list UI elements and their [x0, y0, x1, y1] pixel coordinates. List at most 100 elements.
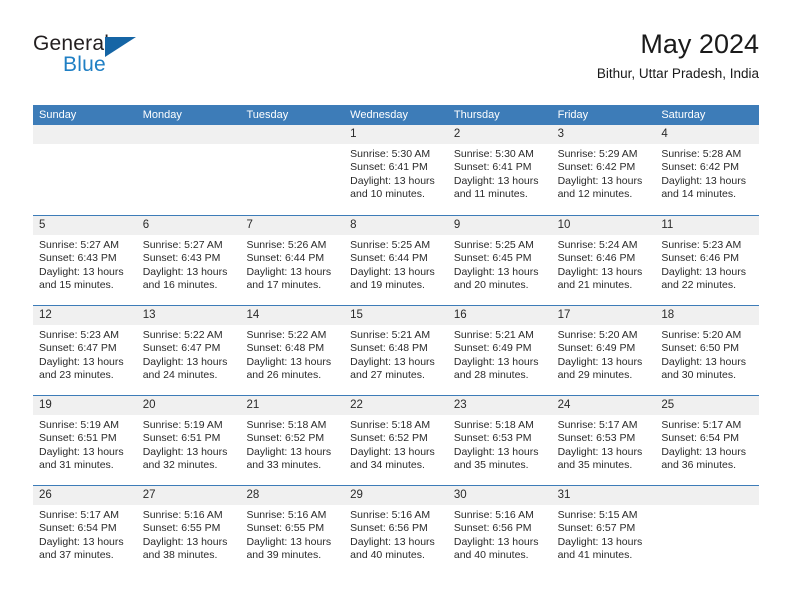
calendar-week-row: 19 Sunrise: 5:19 AM Sunset: 6:51 PM Dayligh…: [33, 395, 760, 485]
sunset-text: Sunset: 6:48 PM: [246, 342, 325, 355]
sunrise-text: Sunrise: 5:15 AM: [557, 509, 638, 521]
calendar-day-cell[interactable]: 31 Sunrise: 5:15 AM Sunset: 6:57 PM Dayligh…: [551, 486, 656, 575]
day-details: Sunrise: 5:16 AM Sunset: 6:56 PM Daylight:…: [344, 505, 448, 563]
sunrise-text: Sunrise: 5:19 AM: [39, 419, 119, 431]
sunrise-text: Sunrise: 5:21 AM: [350, 329, 431, 341]
day-details: Sunrise: 5:25 AM Sunset: 6:44 PM Daylight:…: [344, 235, 448, 293]
day-number: 22: [344, 396, 448, 415]
day-details: Sunrise: 5:22 AM Sunset: 6:47 PM Daylight:…: [137, 325, 241, 383]
calendar-day-cell[interactable]: 29 Sunrise: 5:16 AM Sunset: 6:56 PM Dayligh…: [344, 486, 448, 575]
calendar-day-cell[interactable]: 25 Sunrise: 5:17 AM Sunset: 6:54 PM Dayligh…: [655, 396, 760, 485]
sunrise-text: Sunrise: 5:30 AM: [453, 148, 534, 160]
calendar-day-cell[interactable]: 28 Sunrise: 5:16 AM Sunset: 6:55 PM Dayligh…: [240, 486, 345, 575]
calendar-day-cell[interactable]: 4 Sunrise: 5:28 AM Sunset: 6:42 PM Daylight…: [655, 125, 760, 214]
calendar-day-cell[interactable]: 14 Sunrise: 5:22 AM Sunset: 6:48 PM Dayligh…: [240, 306, 345, 395]
daylight-text: Daylight: 13 hours and 34 minutes.: [350, 445, 435, 472]
sunset-text: Sunset: 6:50 PM: [661, 342, 739, 355]
sunset-text: Sunset: 6:52 PM: [246, 432, 325, 445]
sunrise-text: Sunrise: 5:19 AM: [142, 419, 223, 431]
calendar-day-cell[interactable]: 9 Sunrise: 5:25 AM Sunset: 6:45 PM Daylight…: [447, 216, 552, 305]
daylight-text: Daylight: 13 hours and 35 minutes.: [557, 445, 643, 472]
daylight-text: Daylight: 13 hours and 32 minutes.: [142, 445, 228, 472]
sunrise-text: Sunrise: 5:24 AM: [557, 239, 638, 251]
calendar-day-cell[interactable]: 19 Sunrise: 5:19 AM Sunset: 6:51 PM Dayligh…: [33, 396, 137, 485]
calendar-day-cell[interactable]: 3 Sunrise: 5:29 AM Sunset: 6:42 PM Daylight…: [551, 125, 656, 214]
calendar-day-cell[interactable]: 15 Sunrise: 5:21 AM Sunset: 6:48 PM Dayligh…: [344, 306, 448, 395]
day-details: Sunrise: 5:27 AM Sunset: 6:43 PM Daylight:…: [33, 235, 137, 293]
sunset-text: Sunset: 6:42 PM: [661, 161, 739, 174]
sunset-text: Sunset: 6:41 PM: [453, 161, 532, 174]
sunrise-text: Sunrise: 5:16 AM: [142, 509, 223, 521]
calendar-day-cell[interactable]: 7 Sunrise: 5:26 AM Sunset: 6:44 PM Daylight…: [240, 216, 345, 305]
calendar-day-cell[interactable]: 5 Sunrise: 5:27 AM Sunset: 6:43 PM Daylight…: [33, 216, 137, 305]
day-details: Sunrise: 5:16 AM Sunset: 6:56 PM Daylight:…: [448, 505, 552, 563]
calendar-day-cell[interactable]: 27 Sunrise: 5:16 AM Sunset: 6:55 PM Dayligh…: [136, 486, 241, 575]
sunset-text: Sunset: 6:46 PM: [661, 252, 739, 265]
daylight-text: Daylight: 13 hours and 37 minutes.: [39, 535, 124, 562]
sunrise-text: Sunrise: 5:17 AM: [39, 509, 119, 521]
calendar-day-cell[interactable]: 12 Sunrise: 5:23 AM Sunset: 6:47 PM Dayligh…: [33, 306, 137, 395]
calendar-day-cell[interactable]: 10 Sunrise: 5:24 AM Sunset: 6:46 PM Dayligh…: [551, 216, 656, 305]
calendar-day-cell[interactable]: 20 Sunrise: 5:19 AM Sunset: 6:51 PM Dayligh…: [136, 396, 241, 485]
day-number: 21: [240, 396, 345, 415]
calendar-day-cell[interactable]: 24 Sunrise: 5:17 AM Sunset: 6:53 PM Dayligh…: [551, 396, 656, 485]
day-number: 4: [655, 125, 760, 144]
calendar-day-cell[interactable]: 23 Sunrise: 5:18 AM Sunset: 6:53 PM Dayligh…: [447, 396, 552, 485]
sunset-text: Sunset: 6:57 PM: [557, 522, 636, 535]
day-number: 23: [447, 396, 552, 415]
day-number: 7: [240, 216, 345, 235]
sunset-text: Sunset: 6:54 PM: [39, 522, 117, 535]
sunset-text: Sunset: 6:48 PM: [350, 342, 428, 355]
page-header: General Blue May 2024 Bithur, Uttar Prad…: [33, 28, 759, 98]
day-details: Sunrise: 5:19 AM Sunset: 6:51 PM Daylight:…: [137, 415, 241, 473]
day-number: 14: [240, 306, 345, 325]
calendar-day-cell[interactable]: 17 Sunrise: 5:20 AM Sunset: 6:49 PM Dayligh…: [551, 306, 656, 395]
calendar-day-cell[interactable]: 11 Sunrise: 5:23 AM Sunset: 6:46 PM Dayligh…: [655, 216, 760, 305]
day-number: 16: [447, 306, 552, 325]
calendar-day-cell[interactable]: 30 Sunrise: 5:16 AM Sunset: 6:56 PM Dayligh…: [447, 486, 552, 575]
calendar-week-row: 26 Sunrise: 5:17 AM Sunset: 6:54 PM Dayligh…: [33, 485, 760, 575]
day-details: Sunrise: 5:30 AM Sunset: 6:41 PM Daylight:…: [344, 144, 448, 202]
calendar-day-cell[interactable]: 1 Sunrise: 5:30 AM Sunset: 6:41 PM Daylight…: [344, 125, 448, 214]
calendar-day-cell[interactable]: 18 Sunrise: 5:20 AM Sunset: 6:50 PM Dayligh…: [655, 306, 760, 395]
daylight-text: Daylight: 13 hours and 29 minutes.: [557, 355, 643, 382]
sunrise-text: Sunrise: 5:18 AM: [453, 419, 534, 431]
calendar-day-cell[interactable]: 26 Sunrise: 5:17 AM Sunset: 6:54 PM Dayligh…: [33, 486, 137, 575]
sunrise-text: Sunrise: 5:23 AM: [661, 239, 742, 251]
logo-text-blue: Blue: [63, 53, 106, 76]
weekday-thursday: Thursday: [453, 109, 500, 121]
day-number: 8: [344, 216, 448, 235]
sunset-text: Sunset: 6:41 PM: [350, 161, 428, 174]
daylight-text: Daylight: 13 hours and 16 minutes.: [142, 265, 228, 292]
daylight-text: Daylight: 13 hours and 28 minutes.: [453, 355, 539, 382]
sunset-text: Sunset: 6:47 PM: [39, 342, 117, 355]
calendar-day-cell[interactable]: 8 Sunrise: 5:25 AM Sunset: 6:44 PM Daylight…: [344, 216, 448, 305]
day-number: 30: [447, 486, 552, 505]
sunrise-text: Sunrise: 5:16 AM: [453, 509, 534, 521]
day-details: Sunrise: 5:21 AM Sunset: 6:49 PM Daylight:…: [448, 325, 552, 383]
sunset-text: Sunset: 6:46 PM: [557, 252, 636, 265]
calendar-day-cell[interactable]: 6 Sunrise: 5:27 AM Sunset: 6:43 PM Daylight…: [136, 216, 241, 305]
general-blue-logo[interactable]: General Blue: [33, 32, 153, 84]
daylight-text: Daylight: 13 hours and 24 minutes.: [142, 355, 228, 382]
day-details: Sunrise: 5:28 AM Sunset: 6:42 PM Daylight:…: [655, 144, 759, 202]
calendar-day-cell[interactable]: 2 Sunrise: 5:30 AM Sunset: 6:41 PM Daylight…: [447, 125, 552, 214]
day-details: Sunrise: 5:18 AM Sunset: 6:52 PM Daylight:…: [240, 415, 344, 473]
day-number: 28: [240, 486, 345, 505]
sunrise-text: Sunrise: 5:28 AM: [661, 148, 742, 160]
calendar-day-cell[interactable]: 21 Sunrise: 5:18 AM Sunset: 6:52 PM Dayligh…: [240, 396, 345, 485]
daylight-text: Daylight: 13 hours and 38 minutes.: [142, 535, 228, 562]
sunrise-text: Sunrise: 5:18 AM: [246, 419, 327, 431]
calendar-day-cell[interactable]: 13 Sunrise: 5:22 AM Sunset: 6:47 PM Dayligh…: [136, 306, 241, 395]
sunset-text: Sunset: 6:53 PM: [557, 432, 636, 445]
calendar-day-cell[interactable]: 22 Sunrise: 5:18 AM Sunset: 6:52 PM Dayligh…: [344, 396, 448, 485]
day-number: 9: [447, 216, 552, 235]
day-number: 3: [551, 125, 656, 144]
daylight-text: Daylight: 13 hours and 30 minutes.: [661, 355, 746, 382]
daylight-text: Daylight: 13 hours and 10 minutes.: [350, 174, 435, 201]
sunrise-text: Sunrise: 5:20 AM: [661, 329, 742, 341]
calendar-day-cell[interactable]: 16 Sunrise: 5:21 AM Sunset: 6:49 PM Dayligh…: [447, 306, 552, 395]
day-number: 27: [136, 486, 241, 505]
sunset-text: Sunset: 6:43 PM: [39, 252, 117, 265]
weekday-wednesday: Wednesday: [350, 109, 409, 121]
